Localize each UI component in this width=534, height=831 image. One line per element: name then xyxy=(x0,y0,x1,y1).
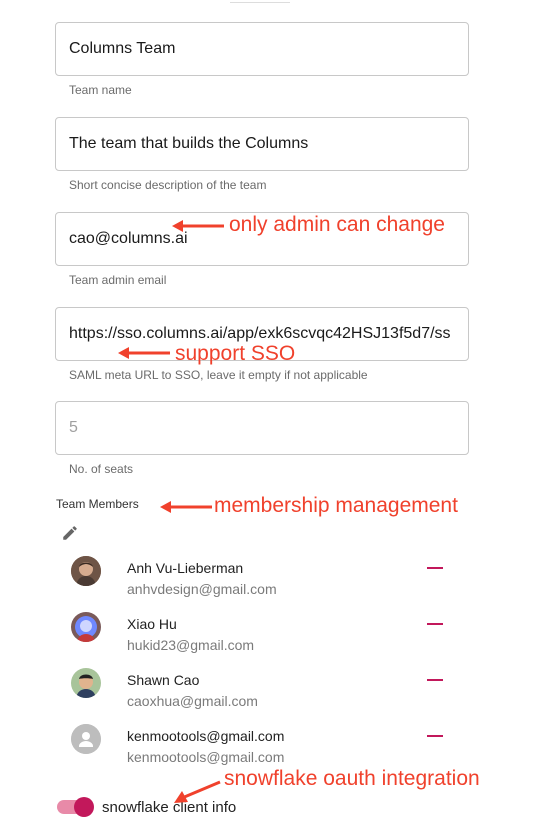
member-email: caoxhua@gmail.com xyxy=(127,693,258,709)
member-avatar xyxy=(71,612,101,642)
member-avatar xyxy=(71,556,101,586)
remove-member-button[interactable] xyxy=(427,567,443,569)
edit-pencil-icon[interactable] xyxy=(61,524,79,542)
annotation-membership: membership management xyxy=(214,494,458,517)
seats-input: 5 xyxy=(55,401,469,455)
member-email: anhvdesign@gmail.com xyxy=(127,581,277,597)
annotation-arrow-icon xyxy=(118,347,170,359)
remove-member-button[interactable] xyxy=(427,679,443,681)
cropped-top-text xyxy=(230,0,290,3)
member-name: Shawn Cao xyxy=(127,672,200,688)
admin-email-helper: Team admin email xyxy=(69,273,167,287)
remove-member-button[interactable] xyxy=(427,623,443,625)
team-members-heading: Team Members xyxy=(56,497,139,511)
member-name: kenmootools@gmail.com xyxy=(127,728,285,744)
annotation-admin: only admin can change xyxy=(229,213,445,236)
member-name: Anh Vu-Lieberman xyxy=(127,560,244,576)
team-description-value: The team that builds the Columns xyxy=(69,135,309,152)
team-name-helper: Team name xyxy=(69,83,132,97)
member-avatar xyxy=(71,668,101,698)
team-description-input[interactable]: The team that builds the Columns xyxy=(55,117,469,171)
sso-url-helper: SAML meta URL to SSO, leave it empty if … xyxy=(69,368,368,382)
team-description-helper: Short concise description of the team xyxy=(69,178,267,192)
default-person-icon xyxy=(71,724,101,754)
team-name-value: Columns Team xyxy=(69,40,176,57)
seats-helper: No. of seats xyxy=(69,462,134,476)
annotation-arrow-icon xyxy=(174,780,221,803)
annotation-arrow-icon xyxy=(160,501,212,513)
annotation-oauth: snowflake oauth integration xyxy=(224,767,480,790)
member-name: Xiao Hu xyxy=(127,616,177,632)
remove-member-button[interactable] xyxy=(427,735,443,737)
sso-url-value: https://sso.columns.ai/app/exk6scvqc42HS… xyxy=(69,325,451,342)
annotation-arrow-icon xyxy=(172,220,224,232)
member-email: kenmootools@gmail.com xyxy=(127,749,285,765)
seats-value: 5 xyxy=(69,419,78,436)
team-name-input[interactable]: Columns Team xyxy=(55,22,469,76)
member-email: hukid23@gmail.com xyxy=(127,637,255,653)
annotation-sso: support SSO xyxy=(175,342,296,365)
snowflake-toggle-thumb[interactable] xyxy=(74,797,94,817)
